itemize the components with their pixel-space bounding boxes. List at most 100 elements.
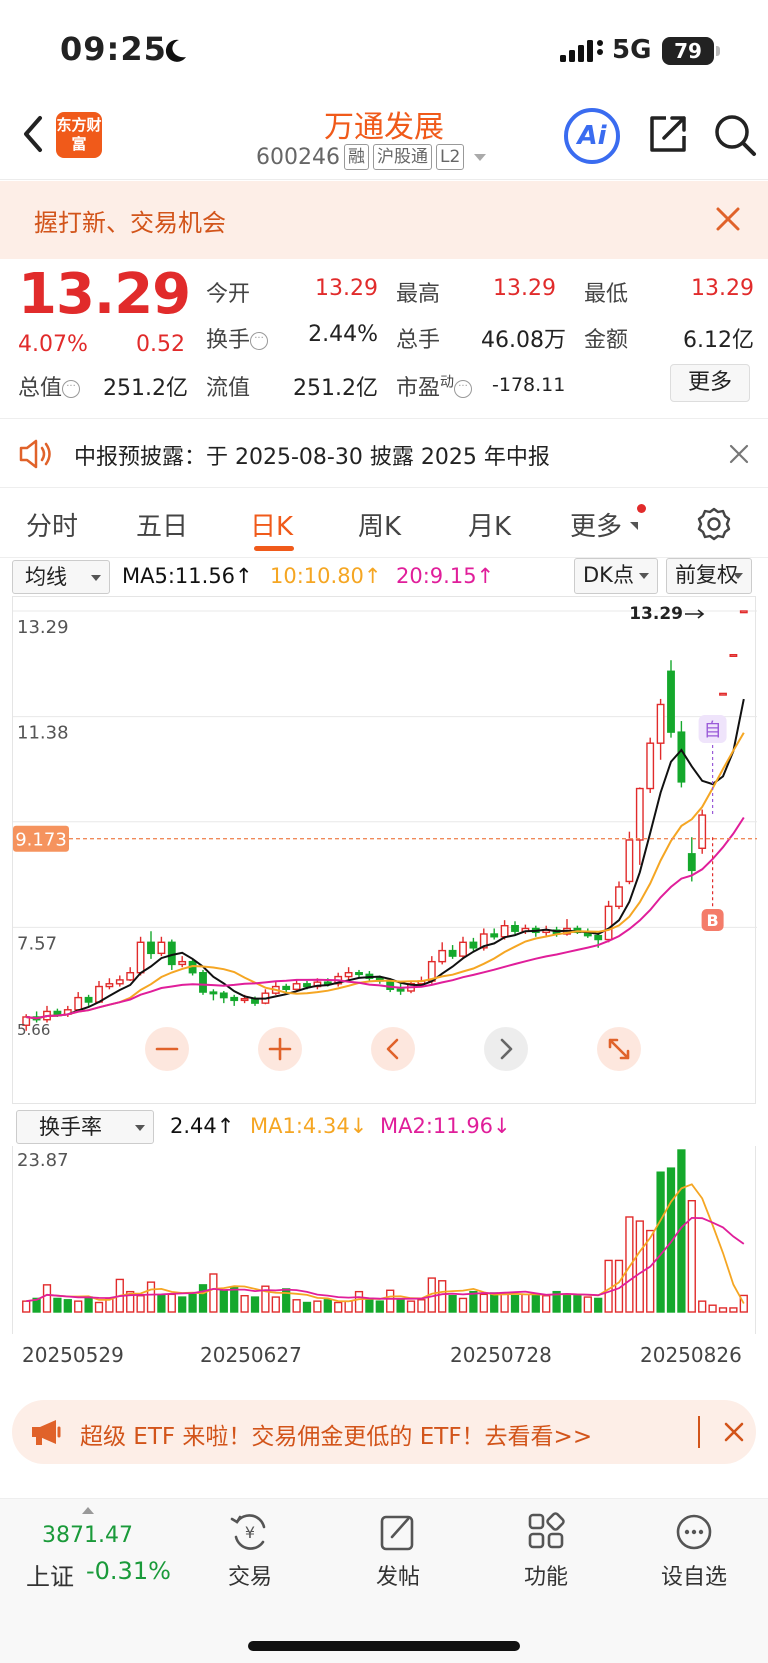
zoom-out-button[interactable]	[145, 1027, 189, 1071]
zoom-in-button[interactable]	[258, 1027, 302, 1071]
disclosure-notice[interactable]: 中报预披露：于 2025-08-30 披露 2025 年中报	[0, 418, 768, 488]
bottom-tab-bar: 3871.47 上证 -0.31% ¥ 交易 发帖 功能 设自选	[0, 1498, 768, 1663]
turnover-bar	[490, 1292, 499, 1313]
tag-level2: L2	[435, 144, 465, 170]
share-icon[interactable]	[646, 112, 690, 156]
tab-more[interactable]: 更多	[570, 506, 622, 543]
more-quote-button[interactable]: 更多	[670, 364, 750, 402]
index-name[interactable]: 上证	[26, 1557, 74, 1592]
high-label: 最高	[396, 282, 441, 307]
turnover-bar	[708, 1304, 717, 1313]
bottom-tab-watchlist[interactable]: 设自选	[644, 1511, 744, 1591]
candle-body	[178, 960, 187, 966]
change-percent: 4.07%	[18, 332, 88, 357]
x-tick-label: 20250529	[22, 1343, 124, 1367]
turnover-legend-row: 换手率 2.44↑ MA1:4.34↓ MA2:11.96↓	[0, 1106, 768, 1146]
candle-body	[74, 996, 83, 1011]
candle-body	[209, 991, 218, 995]
chevron-down-icon	[474, 153, 487, 161]
dk-point-button[interactable]: DK点	[574, 558, 658, 594]
turnover-bar	[22, 1300, 31, 1313]
index-change[interactable]: -0.31%	[86, 1557, 171, 1585]
megaphone-icon	[32, 1420, 61, 1445]
open-label: 今开	[206, 282, 251, 307]
candle-body	[323, 981, 332, 985]
tab-weekly-k[interactable]: 周K	[358, 506, 401, 543]
candle-body	[511, 925, 519, 932]
search-icon[interactable]	[712, 112, 758, 158]
promo-banner[interactable]: 握打新、交易机会	[0, 181, 768, 259]
status-bar: 09:25 5G 79	[0, 0, 768, 100]
y-tick-label: 7.57	[17, 933, 57, 954]
candle-body	[459, 941, 467, 957]
candle-body	[105, 983, 114, 988]
candle-body	[448, 949, 457, 957]
indicator-select[interactable]: 均线	[12, 560, 110, 594]
turnover-bar	[230, 1286, 239, 1313]
turnover-value: 2.44%	[308, 322, 378, 347]
turnover-bar	[94, 1301, 104, 1313]
fullscreen-button[interactable]	[597, 1027, 641, 1071]
turnover-bar	[729, 1307, 738, 1313]
ai-assistant-button[interactable]: Ai	[564, 108, 620, 164]
status-time: 09:25	[60, 30, 167, 68]
candle-body	[677, 731, 686, 783]
candle-body	[469, 941, 478, 949]
index-value[interactable]: 3871.47	[42, 1523, 133, 1548]
x-tick-label: 20250728	[450, 1343, 552, 1367]
candle-body	[615, 886, 623, 908]
y-tick-label: 23.87	[17, 1150, 69, 1171]
turnover-svg[interactable]: 23.87	[13, 1146, 757, 1334]
turnover-bar	[74, 1300, 83, 1313]
etf-promo-banner[interactable]: 超级 ETF 来啦！交易佣金更低的 ETF！去看看>>	[12, 1400, 756, 1464]
bottom-tab-trade[interactable]: ¥ 交易	[200, 1511, 300, 1591]
sub-indicator-select[interactable]: 换手率	[16, 1110, 154, 1144]
active-tab-indicator	[254, 546, 294, 551]
tab-daily-k[interactable]: 日K	[250, 506, 293, 543]
turnover-bar	[365, 1297, 374, 1313]
x-tick-label: 20250826	[640, 1343, 742, 1367]
open-value: 13.29	[315, 276, 378, 301]
candle-body	[687, 853, 696, 872]
adjust-mode-button[interactable]: 前复权	[666, 558, 752, 594]
notice-text: 中报预披露：于 2025-08-30 披露 2025 年中报	[74, 445, 550, 470]
k-line-svg[interactable]: 13.2911.389.487.579.17313.295.66自B	[13, 597, 757, 1105]
turnover-bar	[386, 1289, 395, 1313]
pan-right-button[interactable]	[484, 1027, 528, 1071]
market-cap-value: 251.2亿	[103, 376, 188, 401]
tab-monthly-k[interactable]: 月K	[468, 506, 511, 543]
bottom-tab-functions[interactable]: 功能	[496, 1511, 596, 1591]
volume-label: 总手	[396, 328, 441, 353]
close-icon[interactable]	[722, 1420, 746, 1444]
candle-body	[438, 949, 447, 963]
amount-label: 金额	[584, 328, 629, 353]
candle-body	[355, 972, 363, 976]
turnover-bar	[510, 1295, 520, 1313]
turnover-bar	[63, 1299, 72, 1313]
gear-icon[interactable]	[696, 506, 732, 542]
pe-label: 市盈动 ···	[396, 370, 473, 402]
turnover-bar	[448, 1295, 457, 1313]
tag-margin: 融	[343, 144, 369, 170]
moon-icon	[165, 39, 186, 62]
k-line-chart[interactable]: 13.2911.389.487.579.17313.295.66自B	[12, 596, 757, 1105]
low-value: 13.29	[691, 276, 754, 301]
tab-five-day[interactable]: 五日	[136, 506, 188, 543]
high-price-label: 13.29	[629, 604, 683, 624]
stock-code-row[interactable]: 600246 融 沪股通 L2	[256, 144, 487, 170]
info-icon[interactable]: ···	[250, 332, 269, 350]
close-icon[interactable]	[728, 443, 750, 465]
corner-caret-icon	[630, 522, 638, 530]
turnover-bar	[344, 1300, 353, 1313]
bottom-tab-post[interactable]: 发帖	[348, 1511, 448, 1591]
info-icon[interactable]: ···	[62, 380, 81, 398]
pan-left-button[interactable]	[371, 1027, 415, 1071]
turnover-bar	[604, 1259, 613, 1313]
float-cap-label: 流值	[206, 376, 251, 401]
turnover-chart[interactable]: 23.87	[12, 1146, 756, 1334]
info-icon[interactable]: ···	[454, 380, 473, 398]
close-icon[interactable]	[712, 203, 744, 235]
candle-body	[635, 787, 644, 841]
turnover-bar	[583, 1296, 592, 1313]
tab-intraday[interactable]: 分时	[26, 506, 78, 543]
